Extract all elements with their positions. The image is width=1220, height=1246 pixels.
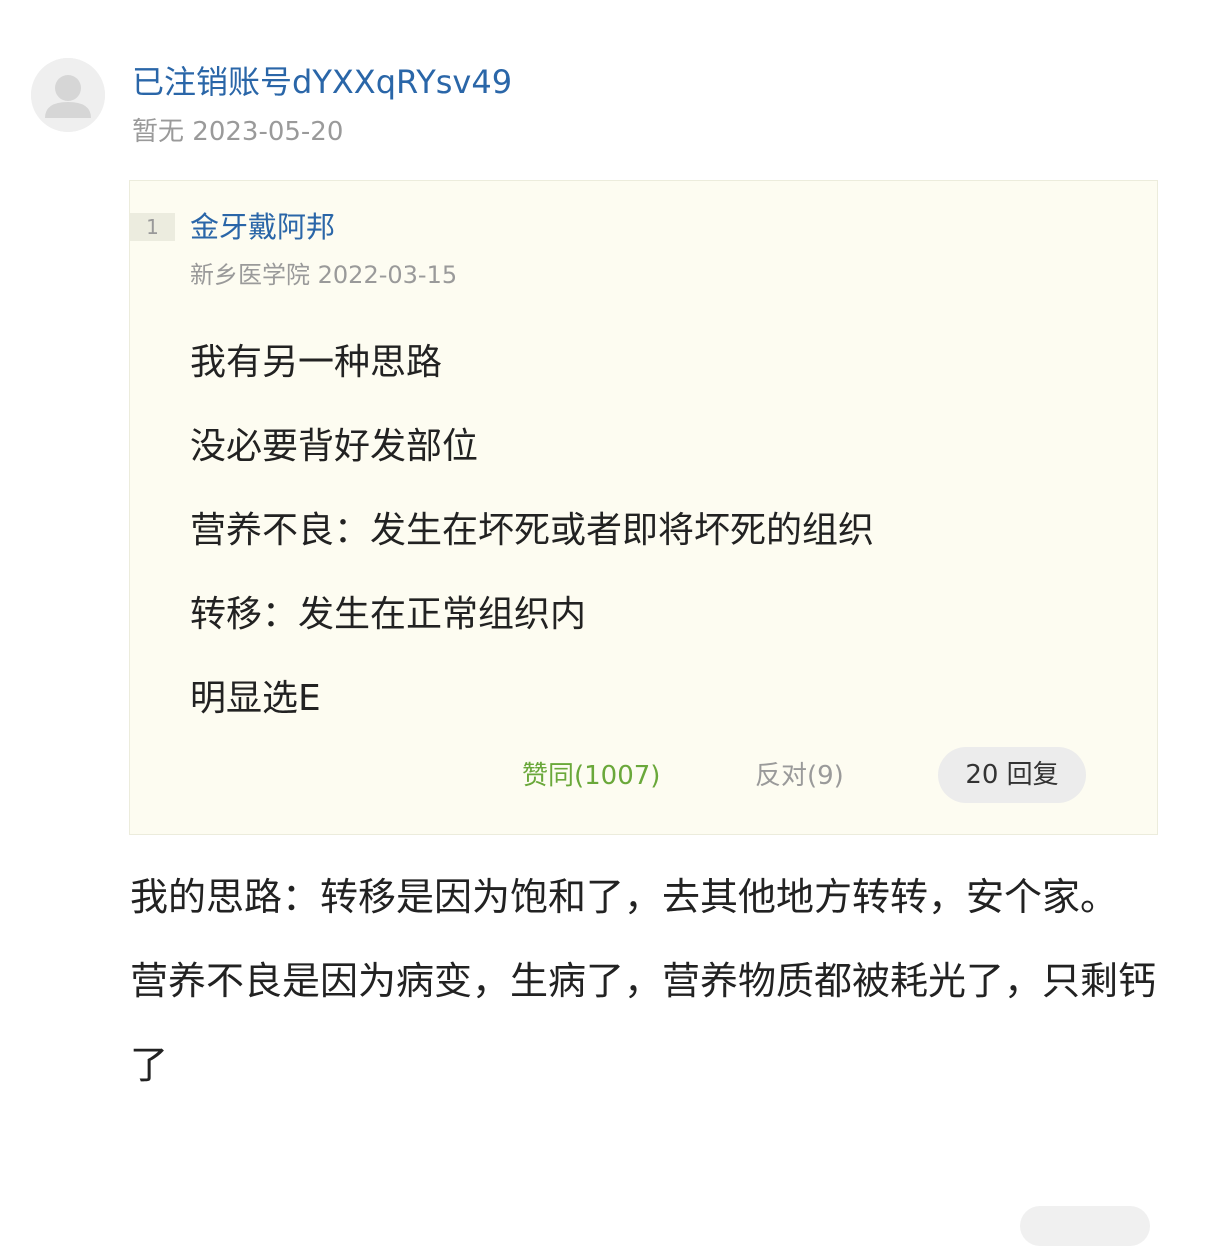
avatar[interactable] xyxy=(31,58,105,132)
default-user-avatar-icon xyxy=(31,58,105,132)
quoted-author-school: 新乡医学院 xyxy=(190,261,310,289)
comment-paragraph: 我的思路：转移是因为饱和了，去其他地方转转，安个家。 xyxy=(130,875,1119,919)
floor-number: 1 xyxy=(130,213,175,241)
quoted-comment[interactable]: 1 金牙戴阿邦 新乡医学院 2022-03-15 我有另一种思路 没必要背好发部… xyxy=(129,180,1158,835)
quoted-line: 没必要背好发部位 xyxy=(190,426,479,467)
quoted-author-meta: 新乡医学院 2022-03-15 xyxy=(190,258,457,292)
quoted-line: 明显选E xyxy=(190,678,321,719)
action-button[interactable] xyxy=(1020,1206,1150,1246)
quoted-author-name[interactable]: 金牙戴阿邦 xyxy=(190,207,335,247)
agree-button[interactable]: 赞同(1007) xyxy=(522,759,660,793)
author-meta: 暂无 2023-05-20 xyxy=(132,114,343,150)
comment-body: 我的思路：转移是因为饱和了，去其他地方转转，安个家。 营养不良是因为病变，生病了… xyxy=(130,855,1170,1107)
comment-paragraph: 营养不良是因为病变，生病了，营养物质都被耗光了，只剩钙了 xyxy=(130,959,1157,1087)
author-school: 暂无 xyxy=(132,117,185,147)
oppose-button[interactable]: 反对(9) xyxy=(755,759,844,793)
quoted-date: 2022-03-15 xyxy=(317,261,458,289)
author-name[interactable]: 已注销账号dYXXqRYsv49 xyxy=(132,60,512,104)
quoted-body: 我有另一种思路 没必要背好发部位 营养不良：发生在坏死或者即将坏死的组织 转移：… xyxy=(190,321,1140,741)
quoted-line: 营养不良：发生在坏死或者即将坏死的组织 xyxy=(190,510,875,551)
reply-count-button[interactable]: 20 回复 xyxy=(938,747,1086,803)
quoted-line: 转移：发生在正常组织内 xyxy=(190,594,587,635)
author-date: 2023-05-20 xyxy=(192,117,344,147)
quoted-line: 我有另一种思路 xyxy=(190,342,443,383)
